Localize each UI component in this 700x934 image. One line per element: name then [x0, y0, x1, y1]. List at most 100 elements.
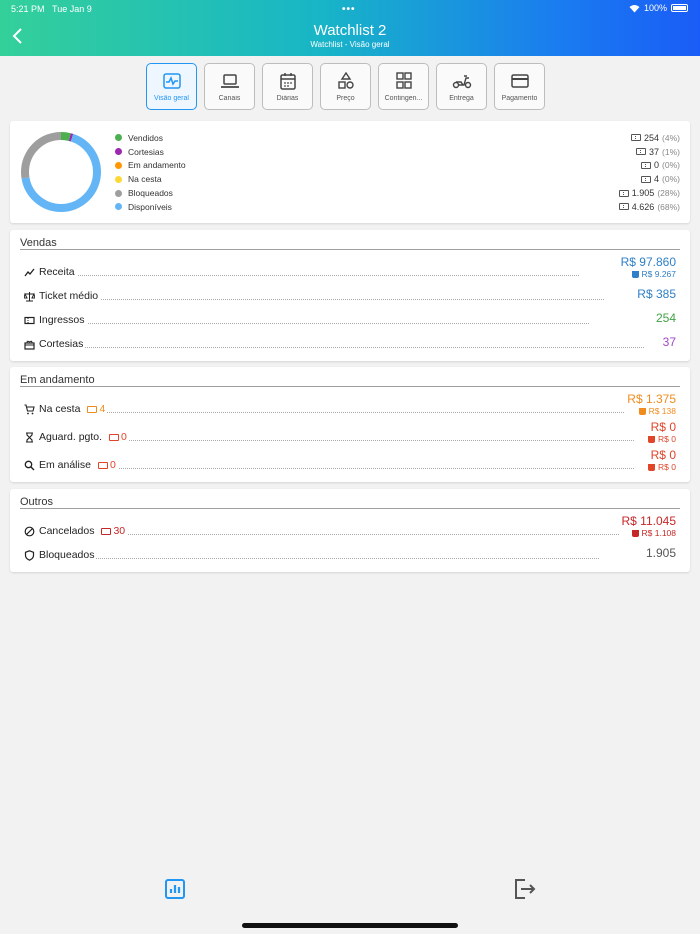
count-percent: (0%) — [662, 174, 680, 185]
trend-up-icon — [24, 268, 35, 276]
ticket-icon — [97, 461, 108, 469]
dotted-leader — [24, 347, 644, 348]
ticket-icon — [641, 175, 652, 183]
legend-item: Cortesias — [115, 145, 186, 159]
tab-preco[interactable]: Preço — [320, 63, 371, 110]
ticket-icon — [24, 316, 35, 324]
count-value: 1.905 — [631, 188, 655, 199]
count-percent: (4%) — [662, 132, 680, 143]
ticket-icon — [101, 527, 112, 535]
ingressos-row: Ingressos 254 — [24, 308, 676, 328]
cancelados-count: 30 — [101, 525, 125, 537]
battery-percent: 100% — [643, 3, 667, 13]
aguard-pgto-value: R$ 0 R$ 0 — [648, 420, 676, 444]
page-subtitle: Watchlist - Visão geral — [310, 40, 390, 49]
app-header: 5:21 PM Tue Jan 9 ••• 100% Watchlist 2 W… — [0, 0, 700, 56]
legend-dot — [115, 148, 122, 156]
status-legend: Vendidos Cortesias Em andamento Na cesta Blo… — [115, 131, 186, 214]
receita-value: R$ 97.860 R$ 9.267 — [620, 255, 676, 279]
count-percent: (1%) — [662, 146, 680, 157]
dotted-leader — [24, 412, 624, 413]
ingressos-label: Ingressos — [24, 314, 87, 326]
na-cesta-row: Na cesta 4 R$ 1.375 R$ 138 — [24, 392, 676, 417]
gift-icon — [24, 340, 35, 350]
ticket-medio-value: R$ 385 — [637, 287, 676, 301]
aguard-pgto-count: 0 — [109, 431, 127, 443]
count-item: 4.626 (68%) — [618, 200, 680, 214]
ticket-medio-row: Ticket médio R$ 385 — [24, 284, 676, 304]
legend-label: Disponíveis — [128, 201, 172, 212]
count-value: 4.626 — [631, 201, 655, 212]
multitask-dots[interactable]: ••• — [342, 4, 356, 15]
ticket-icon — [87, 405, 98, 413]
tab-bar: Visão geral Canais Diárias Preço Conting… — [146, 63, 545, 110]
legend-label: Bloqueados — [128, 188, 173, 199]
count-percent: (28%) — [657, 188, 680, 199]
calendar-icon — [279, 73, 296, 90]
ticket-icon — [636, 148, 647, 156]
em-analise-count: 0 — [97, 459, 116, 471]
cortesias-label: Cortesias — [24, 338, 86, 350]
tab-label: Contingen... — [384, 95, 423, 102]
tab-contingente[interactable]: Contingen... — [378, 63, 429, 110]
status-counts: 254 (4%) 37 (1%) 0 (0%) 4 (0%) 1.905 (28%) 4.626 (6… — [618, 131, 680, 214]
status-right: 100% — [629, 3, 688, 13]
count-value: 37 — [649, 146, 660, 157]
scooter-icon — [452, 75, 471, 89]
em-analise-row: Em análise 0 R$ 0 R$ 0 — [24, 448, 676, 473]
page-title: Watchlist 2 — [313, 22, 387, 39]
cancelados-label: Cancelados 30 — [24, 525, 128, 537]
overview-card: Vendidos Cortesias Em andamento Na cesta Blo… — [10, 121, 690, 223]
receita-row: Receita R$ 97.860 R$ 9.267 — [24, 255, 676, 280]
outros-card: Outros Cancelados 30 R$ 11.045 R$ 1.108 … — [10, 489, 690, 572]
legend-item: Bloqueados — [115, 186, 186, 200]
section-divider — [20, 249, 680, 250]
count-value: 0 — [654, 160, 660, 171]
count-percent: (68%) — [657, 201, 680, 212]
cortesias-row: Cortesias 37 — [24, 332, 676, 352]
grid-icon — [395, 72, 412, 89]
fee-icon — [648, 435, 656, 443]
legend-label: Em andamento — [128, 160, 186, 171]
legend-item: Em andamento — [115, 159, 186, 173]
count-item: 0 (0%) — [619, 159, 680, 173]
na-cesta-value: R$ 1.375 R$ 138 — [627, 392, 676, 416]
em-andamento-card: Em andamento Na cesta 4 R$ 1.375 R$ 138 … — [10, 367, 690, 482]
legend-dot — [115, 175, 122, 183]
section-title: Vendas — [20, 237, 57, 249]
dotted-leader — [24, 558, 599, 559]
tab-diarias[interactable]: Diárias — [262, 63, 313, 110]
battery-icon — [671, 4, 688, 12]
activity-icon — [162, 73, 181, 89]
tab-visao-geral[interactable]: Visão geral — [146, 63, 197, 110]
tab-label: Preço — [336, 95, 355, 102]
logout-icon[interactable] — [513, 878, 537, 900]
bloqueados-value: 1.905 — [645, 546, 676, 560]
shapes-icon — [337, 72, 354, 89]
ticket-icon — [109, 433, 120, 441]
section-divider — [20, 508, 680, 509]
cancelados-row: Cancelados 30 R$ 11.045 R$ 1.108 — [24, 514, 676, 539]
cancel-icon — [24, 526, 35, 536]
search-icon — [24, 460, 35, 470]
tab-label: Visão geral — [154, 95, 189, 102]
count-value: 4 — [654, 174, 660, 185]
tab-canais[interactable]: Canais — [204, 63, 255, 110]
ticket-icon — [618, 203, 629, 211]
status-donut-chart — [21, 132, 101, 212]
dashboard-chart-icon[interactable] — [164, 878, 186, 900]
ticket-icon — [618, 189, 629, 197]
legend-item: Na cesta — [115, 172, 186, 186]
cortesias-value: 37 — [662, 335, 676, 349]
legend-dot — [115, 161, 122, 169]
tab-entrega[interactable]: Entrega — [436, 63, 487, 110]
laptop-icon — [220, 74, 239, 88]
count-item: 4 (0%) — [619, 172, 680, 186]
vendas-card: Vendas Receita R$ 97.860 R$ 9.267 Ticket… — [10, 230, 690, 361]
tab-pagamento[interactable]: Pagamento — [494, 63, 545, 110]
section-title: Outros — [20, 496, 54, 508]
na-cesta-count: 4 — [87, 403, 105, 415]
tab-label: Diárias — [276, 95, 299, 102]
credit-card-icon — [510, 74, 529, 88]
ticket-icon — [631, 134, 642, 142]
